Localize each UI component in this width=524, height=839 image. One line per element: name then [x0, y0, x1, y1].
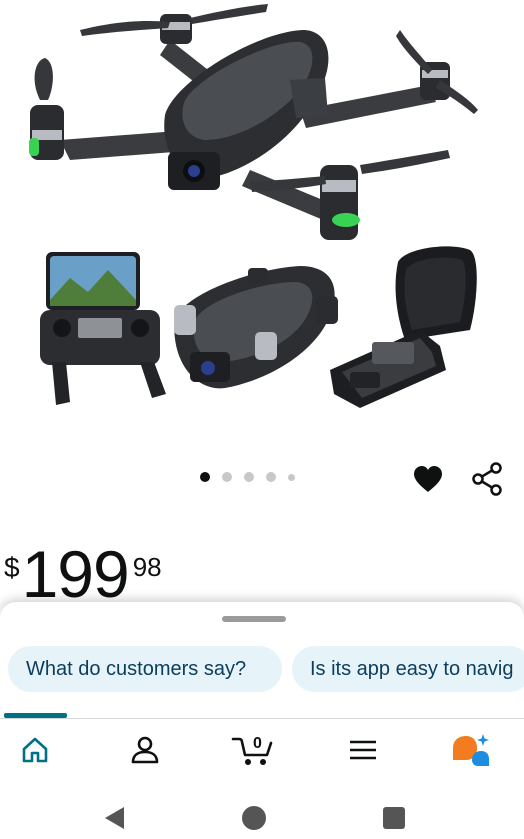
price-fraction: 98 [132, 552, 162, 582]
nav-home-button[interactable] [10, 729, 60, 771]
heart-icon [414, 466, 442, 492]
menu-icon [350, 740, 376, 760]
carousel-dot[interactable] [244, 472, 254, 482]
home-icon [22, 737, 48, 763]
product-image[interactable] [0, 0, 524, 452]
image-carousel-indicator[interactable] [200, 472, 295, 482]
nav-cart-button[interactable]: 0 [228, 729, 278, 771]
account-icon [131, 736, 159, 764]
controller-illustration [40, 252, 166, 405]
share-icon [472, 462, 502, 496]
rufus-suggestions-sheet[interactable]: What do customers say? Is its app easy t… [0, 602, 524, 718]
home-circle-icon [242, 806, 266, 830]
cart-count-badge: 0 [253, 735, 262, 752]
nav-rufus-button[interactable] [446, 729, 496, 771]
price-whole: 199 [21, 537, 130, 611]
system-recents-button[interactable] [380, 804, 408, 832]
nav-menu-button[interactable] [338, 729, 388, 771]
bottom-navigation: 0 [0, 718, 524, 780]
product-price: $ 199 98 [4, 538, 162, 610]
rufus-icon [453, 734, 489, 766]
nav-account-button[interactable] [120, 729, 170, 771]
carousel-dot[interactable] [266, 472, 276, 482]
system-home-button[interactable] [240, 804, 268, 832]
share-button[interactable] [468, 460, 506, 498]
active-tab-indicator [4, 713, 67, 718]
back-triangle-icon [105, 807, 124, 829]
suggestion-chip[interactable]: What do customers say? [8, 646, 282, 692]
system-back-button[interactable] [100, 804, 128, 832]
carousel-dot-active[interactable] [200, 472, 210, 482]
price-currency: $ [4, 552, 20, 583]
suggestion-chip[interactable]: Is its app easy to navig [292, 646, 524, 692]
folded-drone-illustration [174, 266, 338, 389]
product-page: $ 199 98 What do customers say? Is its a… [0, 0, 524, 839]
carousel-dot[interactable] [222, 472, 232, 482]
system-navigation-bar [0, 780, 524, 839]
carry-case-illustration [330, 246, 477, 408]
recents-square-icon [383, 807, 405, 829]
drone-product-image [29, 4, 478, 408]
drone-main-illustration [29, 4, 478, 240]
sheet-drag-handle[interactable] [222, 616, 286, 622]
add-to-list-button[interactable] [410, 462, 446, 496]
carousel-dot[interactable] [288, 473, 295, 481]
